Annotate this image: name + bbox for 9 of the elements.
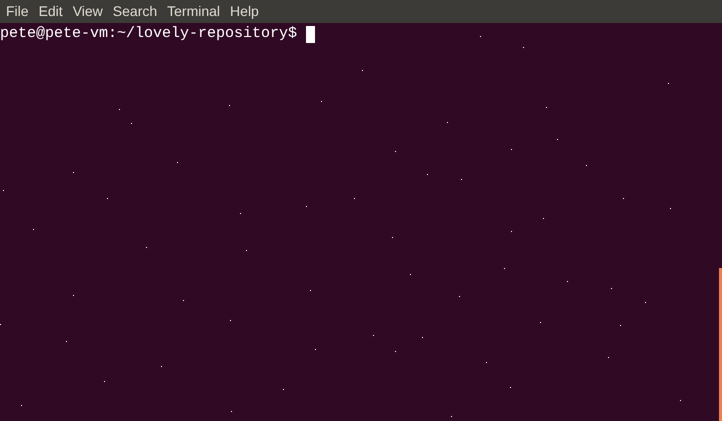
menu-item[interactable]: Edit: [34, 0, 68, 23]
menu-item[interactable]: View: [68, 0, 108, 23]
menu-item[interactable]: Search: [108, 0, 162, 23]
menu-item[interactable]: File: [1, 0, 34, 23]
text-cursor: [306, 26, 316, 42]
menu-item[interactable]: Help: [225, 0, 264, 23]
prompt-text: pete@pete-vm:~/lovely-repository$: [0, 25, 298, 43]
scrollbar-thumb[interactable]: [719, 268, 722, 421]
menu-item[interactable]: Terminal: [162, 0, 226, 23]
